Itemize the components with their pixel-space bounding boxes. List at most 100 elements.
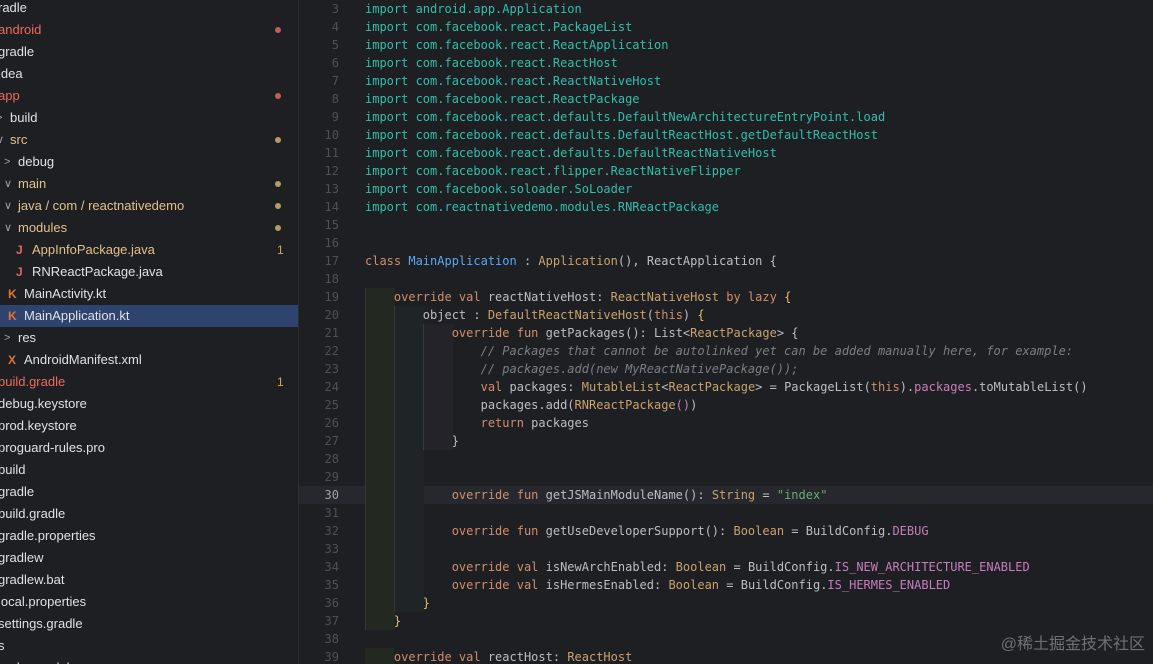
code-line[interactable]: 17 class MainApplication : Application(),…: [299, 252, 1153, 270]
line-number: 33: [324, 542, 339, 556]
code-line[interactable]: 10 import com.facebook.react.defaults.Def…: [299, 126, 1153, 144]
code-token: ():: [704, 524, 734, 538]
code-line[interactable]: 31: [299, 504, 1153, 522]
code-line[interactable]: 14 import com.reactnativedemo.modules.RNR…: [299, 198, 1153, 216]
chevron-down-icon[interactable]: ∨: [4, 173, 12, 195]
chevron-down-icon[interactable]: ∨: [0, 129, 4, 151]
code-line[interactable]: 25 packages.add(RNReactPackage()): [299, 396, 1153, 414]
code-line[interactable]: 34 override val isNewArchEnabled: Boolea…: [299, 558, 1153, 576]
code-line[interactable]: 24 val packages: MutableList<ReactPackag…: [299, 378, 1153, 396]
code-line[interactable]: 9 import com.facebook.react.defaults.Defa…: [299, 108, 1153, 126]
tree-item[interactable]: J AppInfoPackage.java 1: [0, 239, 298, 261]
line-number: 13: [324, 182, 339, 196]
tree-item[interactable]: gradle: [0, 41, 298, 63]
chevron-down-icon[interactable]: ∨: [4, 195, 12, 217]
tree-item[interactable]: idea: [0, 63, 298, 85]
code-line[interactable]: 32 override fun getUseDeveloperSupport()…: [299, 522, 1153, 540]
tree-item[interactable]: gradle: [0, 481, 298, 503]
code-line[interactable]: 28: [299, 450, 1153, 468]
code-line[interactable]: 29: [299, 468, 1153, 486]
code-token: ReactApplication: [646, 254, 763, 268]
tree-item[interactable]: debug.keystore: [0, 393, 298, 415]
tree-item[interactable]: gradlew: [0, 547, 298, 569]
code-token: // packages.add(new MyReactNativePackage…: [365, 362, 799, 376]
chevron-right-icon[interactable]: >: [4, 327, 10, 349]
tree-item[interactable]: J RNReactPackage.java: [0, 261, 298, 283]
tree-item[interactable]: android: [0, 19, 298, 41]
tree-item[interactable]: ∨ java / com / reactnativedemo: [0, 195, 298, 217]
code-token: override fun: [365, 524, 546, 538]
code-line[interactable]: 19 override val reactNativeHost: ReactNa…: [299, 288, 1153, 306]
code-text: class MainApplication : Application(), R…: [365, 252, 777, 270]
code-line[interactable]: 3 import android.app.Application: [299, 0, 1153, 18]
code-line[interactable]: 7 import com.facebook.react.ReactNativeHo…: [299, 72, 1153, 90]
code-token: BuildConfig.: [740, 578, 828, 592]
tree-item[interactable]: node_modules: [0, 657, 298, 664]
tree-item[interactable]: > build: [0, 107, 298, 129]
tree-item[interactable]: local.properties: [0, 591, 298, 613]
tree-item[interactable]: > debug: [0, 151, 298, 173]
tree-item[interactable]: gradle.properties: [0, 525, 298, 547]
tree-item-label: RNReactPackage.java: [32, 264, 163, 279]
code-token: BuildConfig.: [805, 524, 893, 538]
code-text: import com.facebook.react.ReactNativeHos…: [365, 72, 661, 90]
chevron-down-icon[interactable]: ∨: [4, 217, 12, 239]
code-line[interactable]: 21 override fun getPackages(): List<Reac…: [299, 324, 1153, 342]
tree-item[interactable]: gradlew.bat: [0, 569, 298, 591]
tree-item-label: gradle: [0, 484, 35, 499]
tree-item[interactable]: settings.gradle: [0, 613, 298, 635]
code-line[interactable]: 23 // packages.add(new MyReactNativePack…: [299, 360, 1153, 378]
code-token: import com.facebook.react.ReactHost: [365, 56, 618, 70]
tree-item[interactable]: app: [0, 85, 298, 107]
tree-item[interactable]: build: [0, 459, 298, 481]
tree-item[interactable]: build.gradle: [0, 503, 298, 525]
code-text: import com.facebook.react.defaults.Defau…: [365, 108, 885, 126]
code-token: IS_NEW_ARCHITECTURE_ENABLED: [834, 560, 1030, 574]
tree-item[interactable]: ∨ src: [0, 129, 298, 151]
code-line[interactable]: 36 }: [299, 594, 1153, 612]
code-line[interactable]: 20 object : DefaultReactNativeHost(this)…: [299, 306, 1153, 324]
tree-item[interactable]: s: [0, 635, 298, 657]
code-line[interactable]: 13 import com.facebook.soloader.SoLoader: [299, 180, 1153, 198]
tree-item[interactable]: K MainActivity.kt: [0, 283, 298, 305]
tree-item[interactable]: X AndroidManifest.xml: [0, 349, 298, 371]
code-line[interactable]: 30 override fun getJSMainModuleName(): S…: [299, 486, 1153, 504]
code-line[interactable]: 11 import com.facebook.react.defaults.Def…: [299, 144, 1153, 162]
code-token: DEBUG: [892, 524, 929, 538]
code-token: this: [870, 380, 900, 394]
code-line[interactable]: 35 override val isHermesEnabled: Boolean…: [299, 576, 1153, 594]
code-line[interactable]: 26 return packages: [299, 414, 1153, 432]
code-line[interactable]: 37 }: [299, 612, 1153, 630]
code-line[interactable]: 27 }: [299, 432, 1153, 450]
code-line[interactable]: 18: [299, 270, 1153, 288]
chevron-right-icon[interactable]: >: [0, 107, 2, 129]
tree-item[interactable]: radle: [0, 0, 298, 19]
code-line[interactable]: 16: [299, 234, 1153, 252]
tree-item[interactable]: K MainApplication.kt: [0, 305, 298, 327]
tree-item[interactable]: ∨ modules: [0, 217, 298, 239]
code-line[interactable]: 4 import com.facebook.react.PackageList: [299, 18, 1153, 36]
code-line[interactable]: 15: [299, 216, 1153, 234]
code-token: override val: [365, 290, 488, 304]
code-line[interactable]: 6 import com.facebook.react.ReactHost: [299, 54, 1153, 72]
code-line[interactable]: 12 import com.facebook.react.flipper.Reac…: [299, 162, 1153, 180]
line-number: 6: [331, 56, 339, 70]
code-line[interactable]: 5 import com.facebook.react.ReactApplicat…: [299, 36, 1153, 54]
code-line[interactable]: 8 import com.facebook.react.ReactPackage: [299, 90, 1153, 108]
indent-guide: [365, 504, 395, 522]
git-status-dot: [275, 225, 281, 231]
code-text: import com.facebook.soloader.SoLoader: [365, 180, 632, 198]
tree-item[interactable]: proguard-rules.pro: [0, 437, 298, 459]
code-token: PackageList: [784, 380, 864, 394]
line-number: 9: [331, 110, 339, 124]
tree-item[interactable]: ∨ main: [0, 173, 298, 195]
tree-item[interactable]: prod.keystore: [0, 415, 298, 437]
line-number: 29: [324, 470, 339, 484]
code-line[interactable]: 22 // Packages that cannot be autolinked…: [299, 342, 1153, 360]
tree-item[interactable]: build.gradle 1: [0, 371, 298, 393]
tree-item[interactable]: > res: [0, 327, 298, 349]
code-editor[interactable]: 3 import android.app.Application 4 import c…: [299, 0, 1153, 664]
code-line[interactable]: 33: [299, 540, 1153, 558]
chevron-right-icon[interactable]: >: [4, 151, 10, 173]
code-token: getPackages: [545, 326, 626, 340]
